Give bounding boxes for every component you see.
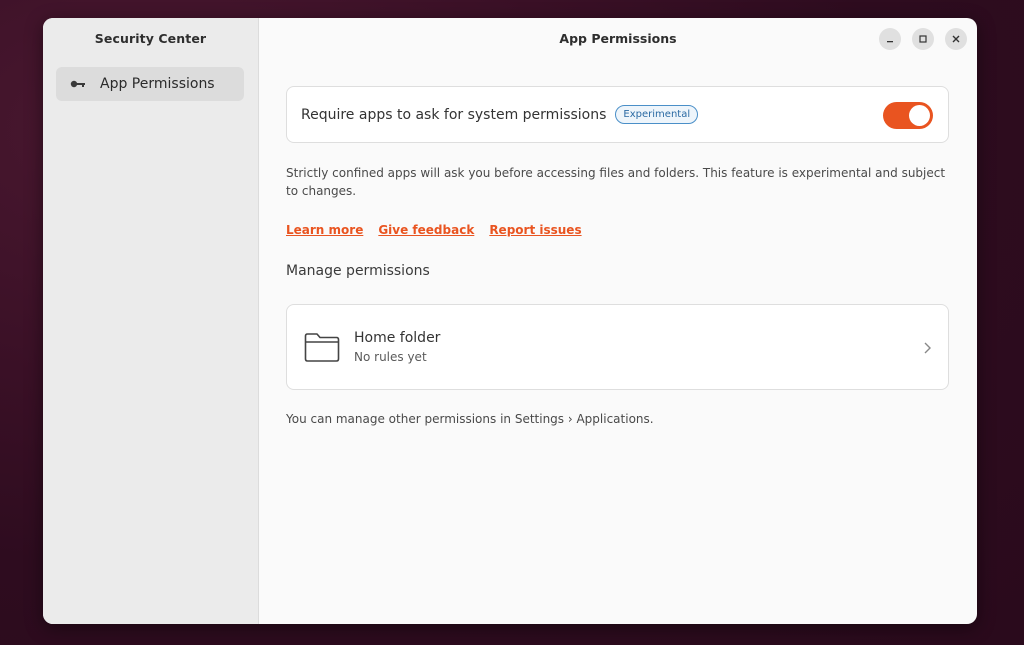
minimize-icon [887, 41, 893, 43]
permission-toggle-label: Require apps to ask for system permissio… [301, 106, 607, 123]
permission-toggle-row: Require apps to ask for system permissio… [286, 86, 949, 143]
maximize-button[interactable] [912, 28, 934, 50]
close-icon [952, 35, 960, 43]
close-button[interactable] [945, 28, 967, 50]
experimental-badge: Experimental [615, 105, 699, 124]
manage-permissions-heading: Manage permissions [286, 263, 430, 279]
chevron-right-icon [924, 342, 931, 354]
home-folder-subtitle: No rules yet [354, 350, 427, 364]
home-folder-title: Home folder [354, 330, 441, 346]
minimize-button[interactable] [879, 28, 901, 50]
sidebar-title: Security Center [94, 31, 207, 46]
key-icon [70, 78, 88, 90]
app-window: Security Center App Permissions App Perm… [43, 18, 977, 624]
feature-description: Strictly confined apps will ask you befo… [286, 166, 946, 198]
sidebar: Security Center App Permissions [43, 18, 259, 624]
report-issues-link[interactable]: Report issues [489, 223, 581, 237]
home-folder-text: Home folder No rules yet [354, 330, 440, 364]
home-folder-row[interactable]: Home folder No rules yet [286, 304, 949, 390]
learn-more-link[interactable]: Learn more [286, 223, 363, 237]
page-title: App Permissions [559, 31, 677, 46]
sidebar-item-app-permissions[interactable]: App Permissions [56, 67, 244, 101]
toggle-knob [909, 105, 930, 126]
settings-hint: You can manage other permissions in Sett… [286, 412, 654, 426]
sidebar-item-label: App Permissions [100, 76, 215, 92]
main-content: App Permissions Require apps to ask for … [259, 18, 977, 624]
maximize-icon [919, 35, 927, 43]
give-feedback-link[interactable]: Give feedback [378, 223, 474, 237]
links-row: Learn more Give feedback Report issues [286, 223, 582, 237]
window-controls [879, 28, 967, 50]
folder-icon [304, 333, 340, 362]
permission-toggle-switch[interactable] [883, 102, 933, 129]
